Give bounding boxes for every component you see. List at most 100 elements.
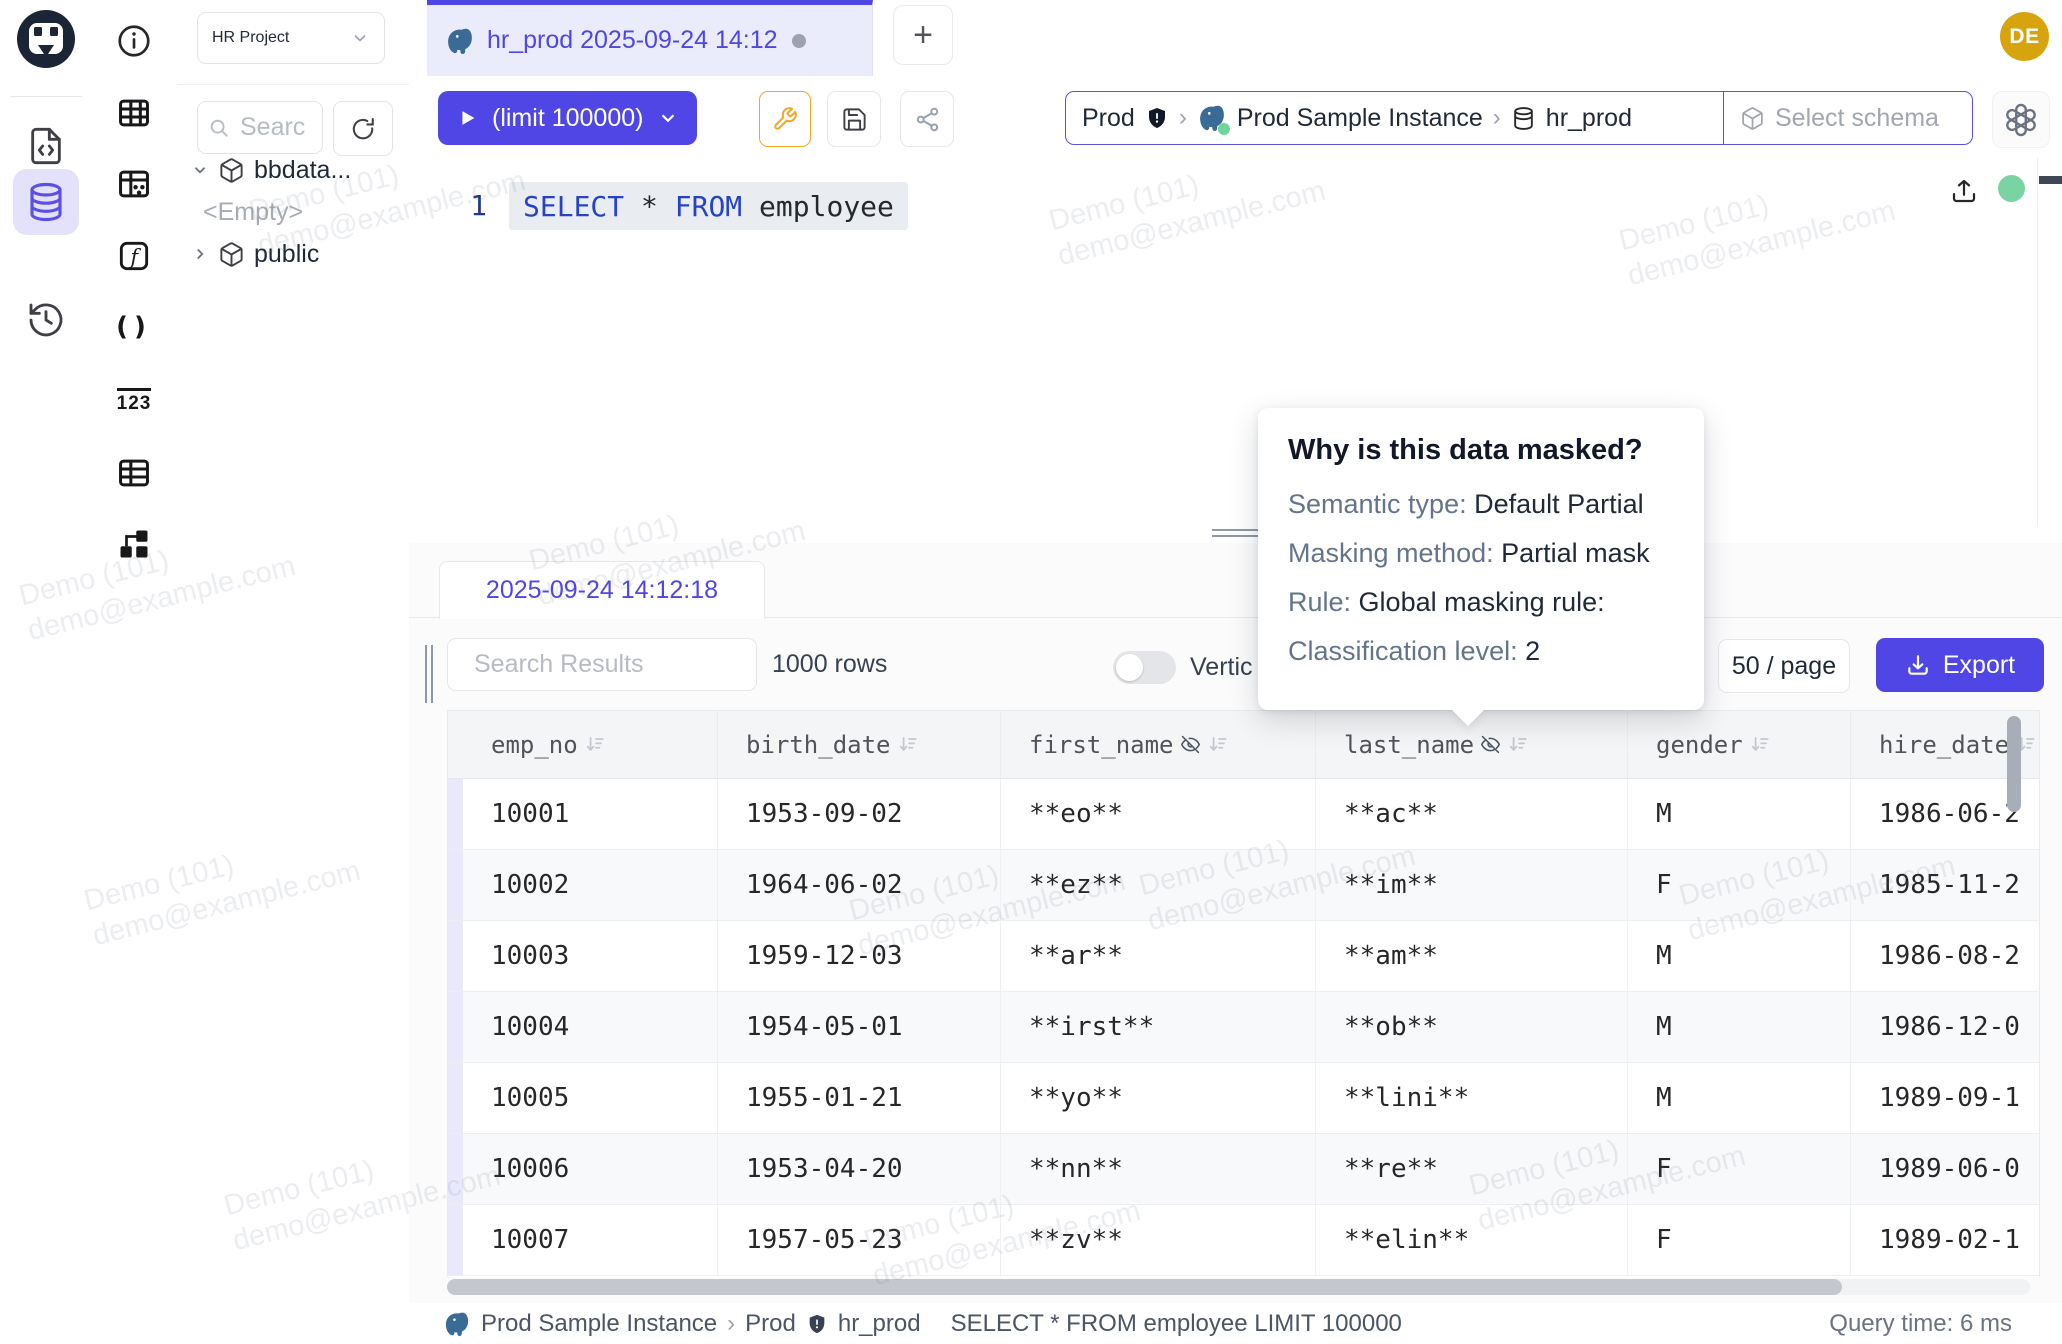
cell-gender[interactable]: M (1628, 921, 1851, 991)
cell-gender[interactable]: F (1628, 1134, 1851, 1204)
connection-context[interactable]: Prod › Prod Sample Instance › (1066, 92, 1724, 144)
tree-node-schema[interactable]: bbdata... (191, 149, 351, 191)
cell-first_name[interactable]: **yo** (1001, 1063, 1316, 1133)
cell-birth_date[interactable]: 1957-05-23 (718, 1205, 1001, 1275)
editor-minimap[interactable] (2037, 158, 2062, 527)
result-set-tab[interactable]: 2025-09-24 14:12:18 (439, 561, 765, 619)
cell-birth_date[interactable]: 1955-01-21 (718, 1063, 1001, 1133)
project-selector[interactable]: HR Project (197, 12, 385, 64)
format-sql-button[interactable] (759, 91, 811, 147)
results-search-input[interactable] (472, 649, 798, 680)
database-panel-icon[interactable] (13, 169, 79, 235)
row-gutter[interactable] (448, 992, 463, 1062)
worksheet-icon[interactable] (22, 122, 70, 170)
column-header-birth_date[interactable]: birth_date (718, 711, 1001, 778)
cell-hire_date[interactable]: 1989-09-1 (1851, 1063, 2040, 1133)
cell-first_name[interactable]: **ez** (1001, 850, 1316, 920)
column-header-emp_no[interactable]: emp_no (463, 711, 718, 778)
cell-hire_date[interactable]: 1989-02-1 (1851, 1205, 2040, 1275)
avatar[interactable]: DE (2000, 12, 2049, 61)
cell-gender[interactable]: F (1628, 1205, 1851, 1275)
cell-emp_no[interactable]: 10006 (463, 1134, 718, 1204)
sort-icon[interactable] (897, 734, 919, 756)
tree-search-input[interactable] (238, 112, 312, 143)
cell-last_name[interactable]: **ob** (1316, 992, 1628, 1062)
schema-diagram-icon[interactable] (110, 520, 158, 568)
sequences-icon[interactable]: 123 (110, 377, 158, 425)
refresh-button[interactable] (333, 101, 393, 156)
cell-last_name[interactable]: **elin** (1316, 1205, 1628, 1275)
share-button[interactable] (900, 91, 954, 147)
cell-gender[interactable]: M (1628, 1063, 1851, 1133)
cell-last_name[interactable]: **im** (1316, 850, 1628, 920)
cell-last_name[interactable]: **am** (1316, 921, 1628, 991)
cell-gender[interactable]: M (1628, 992, 1851, 1062)
row-gutter[interactable] (448, 1063, 463, 1133)
cell-gender[interactable]: M (1628, 779, 1851, 849)
page-size-selector[interactable]: 50 / page (1718, 639, 1850, 693)
functions-icon[interactable]: f (110, 232, 158, 280)
info-icon[interactable] (110, 17, 158, 65)
cell-first_name[interactable]: **nn** (1001, 1134, 1316, 1204)
cell-hire_date[interactable]: 1989-06-0 (1851, 1134, 2040, 1204)
cell-emp_no[interactable]: 10005 (463, 1063, 718, 1133)
row-gutter[interactable] (448, 921, 463, 991)
cell-hire_date[interactable]: 1986-08-2 (1851, 921, 2040, 991)
column-header-first_name[interactable]: first_name (1001, 711, 1316, 778)
vertical-display-toggle[interactable] (1113, 651, 1176, 684)
cell-hire_date[interactable]: 1985-11-2 (1851, 850, 2040, 920)
cell-first_name[interactable]: **zv** (1001, 1205, 1316, 1275)
cell-first_name[interactable]: **ar** (1001, 921, 1316, 991)
procedures-icon[interactable]: () (110, 303, 158, 351)
row-gutter[interactable] (448, 1205, 463, 1275)
sort-icon[interactable] (584, 734, 606, 756)
cell-emp_no[interactable]: 10007 (463, 1205, 718, 1275)
history-icon[interactable] (22, 296, 70, 344)
cell-hire_date[interactable]: 1986-12-0 (1851, 992, 2040, 1062)
cell-first_name[interactable]: **eo** (1001, 779, 1316, 849)
cell-gender[interactable]: F (1628, 850, 1851, 920)
sort-icon[interactable] (1749, 734, 1771, 756)
table-horizontal-scrollbar[interactable] (447, 1279, 1842, 1295)
cell-last_name[interactable]: **ac** (1316, 779, 1628, 849)
column-header-gender[interactable]: gender (1628, 711, 1851, 778)
horizontal-split-handle[interactable] (1212, 529, 1258, 539)
sql-line[interactable]: SELECT * FROM employee (509, 182, 908, 230)
worksheet-tab-active[interactable]: hr_prod 2025-09-24 14:12 (427, 0, 873, 76)
cell-birth_date[interactable]: 1959-12-03 (718, 921, 1001, 991)
cell-last_name[interactable]: **re** (1316, 1134, 1628, 1204)
add-tab-button[interactable]: + (893, 5, 953, 65)
ai-assistant-button[interactable] (1992, 91, 2050, 148)
cell-emp_no[interactable]: 10004 (463, 992, 718, 1062)
cell-emp_no[interactable]: 10001 (463, 779, 718, 849)
row-gutter[interactable] (448, 779, 463, 849)
run-query-button[interactable]: (limit 100000) (438, 91, 697, 145)
cell-birth_date[interactable]: 1954-05-01 (718, 992, 1001, 1062)
cell-first_name[interactable]: **irst** (1001, 992, 1316, 1062)
status-database[interactable]: hr_prod (838, 1310, 921, 1338)
cell-emp_no[interactable]: 10003 (463, 921, 718, 991)
sort-icon[interactable] (1207, 734, 1229, 756)
external-tables-icon[interactable] (110, 160, 158, 208)
cell-emp_no[interactable]: 10002 (463, 850, 718, 920)
upload-icon[interactable] (1949, 176, 1979, 206)
row-gutter[interactable] (448, 850, 463, 920)
vertical-split-handle[interactable] (425, 645, 437, 703)
tables-icon[interactable] (110, 89, 158, 137)
status-environment[interactable]: Prod (745, 1310, 796, 1338)
bytebase-logo-icon[interactable] (17, 10, 75, 68)
views-icon[interactable] (110, 449, 158, 497)
export-button[interactable]: Export (1876, 638, 2044, 692)
cell-birth_date[interactable]: 1964-06-02 (718, 850, 1001, 920)
cell-birth_date[interactable]: 1953-04-20 (718, 1134, 1001, 1204)
schema-selector[interactable]: Select schema (1724, 92, 1955, 144)
cell-birth_date[interactable]: 1953-09-02 (718, 779, 1001, 849)
sort-icon[interactable] (1507, 734, 1529, 756)
table-vertical-scrollbar[interactable] (2007, 716, 2021, 812)
sql-editor[interactable]: 1 SELECT * FROM employee (409, 158, 2062, 527)
save-button[interactable] (827, 91, 881, 147)
tree-node-public[interactable]: public (191, 233, 319, 275)
row-gutter[interactable] (448, 1134, 463, 1204)
cell-last_name[interactable]: **lini** (1316, 1063, 1628, 1133)
status-instance[interactable]: Prod Sample Instance (481, 1310, 717, 1338)
